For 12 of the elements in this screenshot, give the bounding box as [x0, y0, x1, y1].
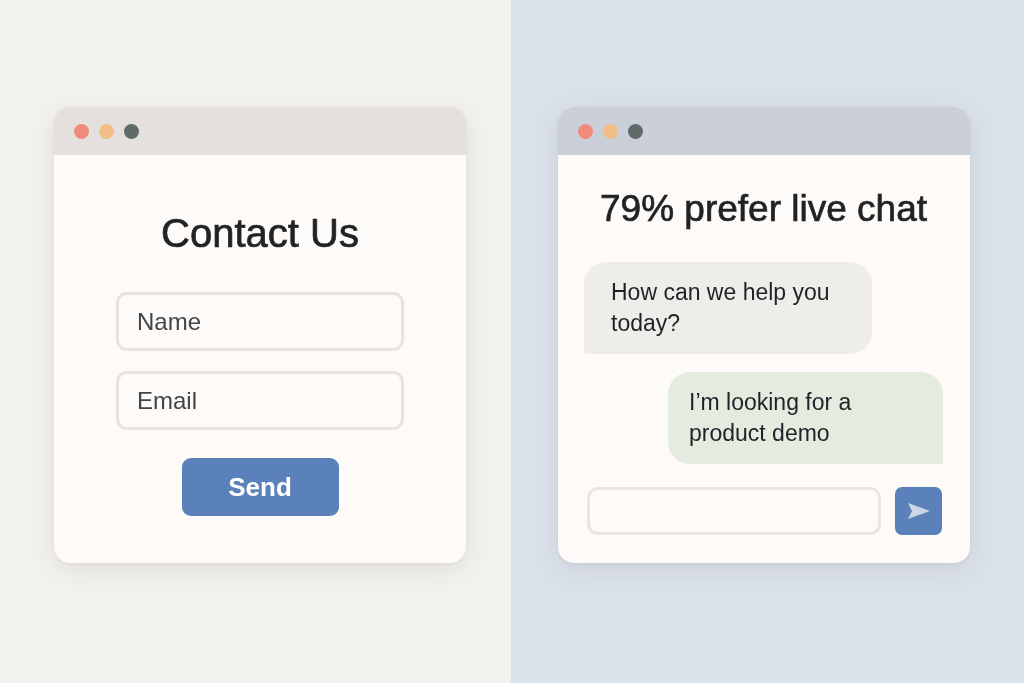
outgoing-message: I’m looking for a product demo [668, 371, 943, 464]
form-title: Contact Us [161, 210, 359, 256]
send-icon [907, 502, 930, 519]
incoming-message: How can we help you today? [584, 261, 872, 354]
send-button[interactable]: Send [181, 458, 339, 516]
chat-title: 79% prefer live chat [599, 188, 928, 231]
text-field[interactable]: Email [116, 371, 404, 430]
send-button[interactable] [895, 486, 942, 535]
window-control-icon[interactable] [124, 123, 139, 139]
text-field[interactable]: Name [116, 292, 404, 351]
window-control-icon[interactable] [74, 123, 89, 139]
window-control-icon[interactable] [628, 123, 643, 139]
